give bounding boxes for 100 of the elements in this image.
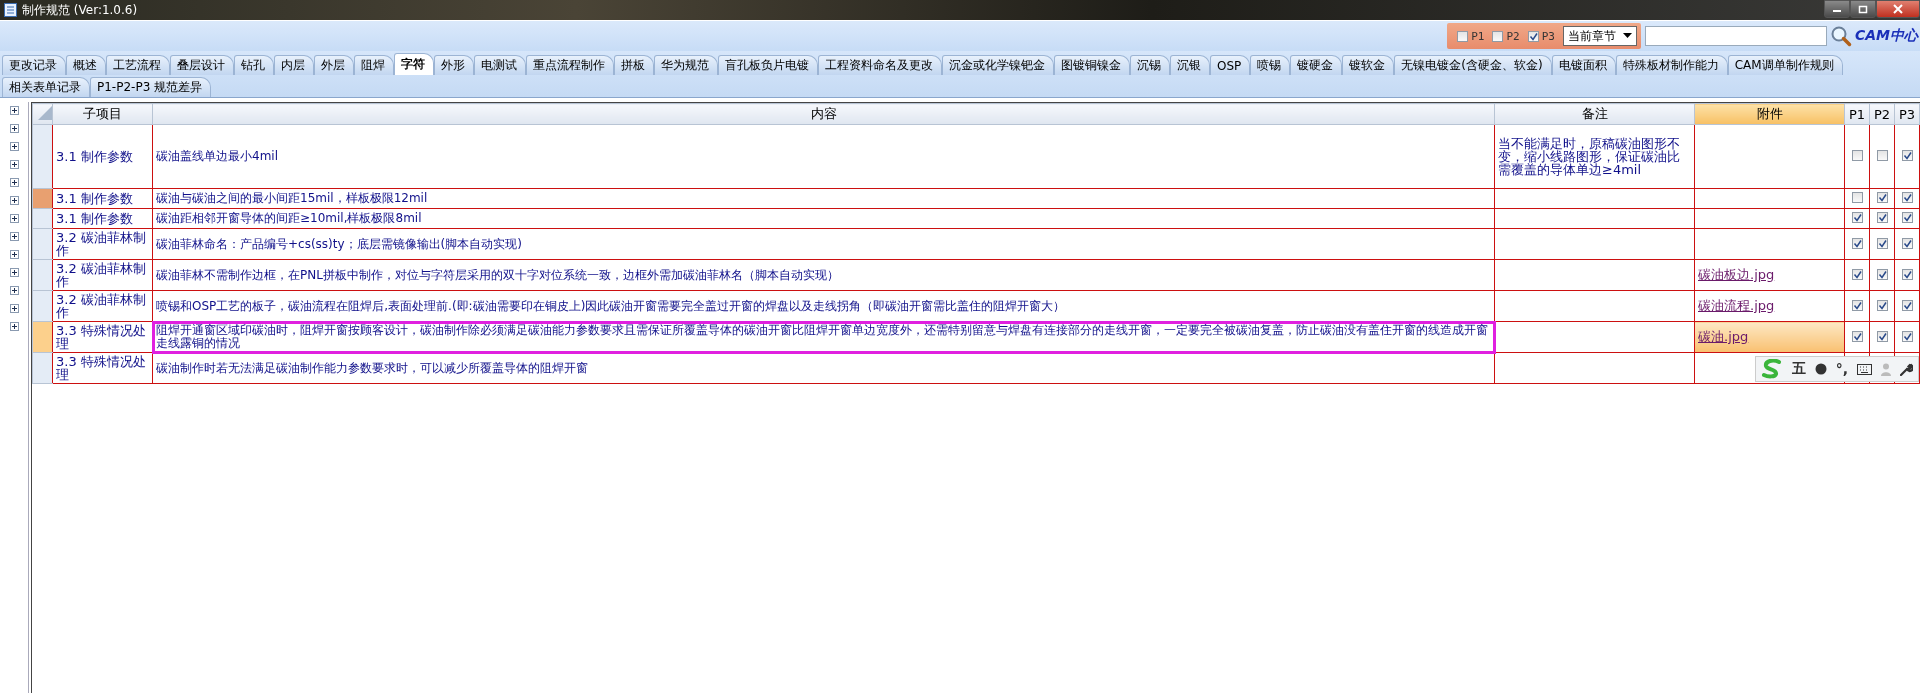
expand-icon[interactable] xyxy=(9,322,19,331)
column-header[interactable]: P2 xyxy=(1869,103,1895,125)
row-marker[interactable] xyxy=(32,188,53,209)
row-marker[interactable] xyxy=(32,208,53,229)
expand-icon[interactable] xyxy=(9,160,19,169)
tab[interactable]: 外形 xyxy=(434,55,474,75)
attachment-link[interactable]: 碳油.jpg xyxy=(1698,329,1749,344)
expand-icon[interactable] xyxy=(9,250,19,259)
level-checkbox[interactable]: P3 xyxy=(1527,29,1555,43)
tab[interactable]: 概述 xyxy=(66,55,106,75)
tab[interactable]: 工程资料命名及更改 xyxy=(818,55,942,75)
expand-icon[interactable] xyxy=(9,196,19,205)
column-header[interactable]: 内容 xyxy=(152,103,1495,125)
level-checkbox[interactable] xyxy=(1851,299,1863,311)
tab[interactable]: 电测试 xyxy=(474,55,526,75)
check-icon xyxy=(1852,213,1862,222)
tab[interactable]: 内层 xyxy=(274,55,314,75)
check-icon xyxy=(1852,331,1862,341)
column-header[interactable]: P3 xyxy=(1894,103,1920,125)
level-checkbox[interactable] xyxy=(1901,212,1913,223)
level-checkbox[interactable] xyxy=(1851,149,1863,161)
tab[interactable]: CAM调单制作规则 xyxy=(1727,55,1843,75)
level-checkbox[interactable] xyxy=(1851,268,1863,280)
level-checkbox[interactable] xyxy=(1876,299,1888,311)
tab[interactable]: 字符 xyxy=(394,53,434,75)
tab[interactable]: 沉银 xyxy=(1170,55,1210,75)
expand-icon[interactable] xyxy=(9,214,19,223)
tab[interactable]: 重点流程制作 xyxy=(526,55,614,75)
level-checkbox[interactable] xyxy=(1876,237,1888,249)
row-marker[interactable] xyxy=(32,228,53,260)
level-checkbox[interactable] xyxy=(1901,268,1913,280)
level-checkbox[interactable] xyxy=(1901,150,1913,161)
tab[interactable]: 更改记录 xyxy=(2,55,66,75)
keyboard-icon[interactable] xyxy=(1857,363,1873,375)
expand-icon[interactable] xyxy=(9,286,19,295)
column-header[interactable]: 备注 xyxy=(1494,103,1695,125)
search-icon[interactable] xyxy=(1829,25,1852,47)
expand-icon[interactable] xyxy=(9,178,19,187)
level-checkbox[interactable] xyxy=(1876,268,1888,280)
row-marker[interactable] xyxy=(32,124,53,189)
level-checkbox[interactable] xyxy=(1901,299,1913,311)
level-checkbox[interactable] xyxy=(1876,192,1888,203)
row-marker[interactable] xyxy=(32,290,53,322)
tab[interactable]: 外层 xyxy=(314,55,354,75)
chapter-dropdown[interactable]: 当前章节 xyxy=(1562,26,1637,46)
column-header[interactable]: P1 xyxy=(1844,103,1870,125)
punctuation-mode[interactable]: °, xyxy=(1835,361,1849,377)
tab[interactable]: 盲孔板负片电镀 xyxy=(718,55,818,75)
expand-icon[interactable] xyxy=(9,268,19,277)
tab[interactable]: 阻焊 xyxy=(354,55,394,75)
tab[interactable]: 特殊板材制作能力 xyxy=(1615,55,1728,75)
column-header[interactable]: 附件 xyxy=(1694,103,1845,125)
level-checkbox[interactable] xyxy=(1901,192,1913,203)
row-marker[interactable] xyxy=(32,321,53,353)
input-mode[interactable]: 五 xyxy=(1791,360,1806,378)
close-button[interactable] xyxy=(1876,0,1920,18)
notepad-icon xyxy=(4,3,17,17)
tab[interactable]: 镀硬金 xyxy=(1290,55,1343,75)
level-checkbox[interactable] xyxy=(1851,237,1863,249)
tab[interactable]: 喷锡 xyxy=(1250,55,1291,75)
expand-icon[interactable] xyxy=(9,232,19,241)
expand-icon[interactable] xyxy=(9,142,19,151)
table-cell: 3.3 特殊情况处理 xyxy=(52,321,153,353)
tab[interactable]: OSP xyxy=(1210,55,1251,75)
level-checkbox[interactable] xyxy=(1851,330,1863,342)
level-checkbox[interactable] xyxy=(1851,191,1863,203)
tab[interactable]: 图镀铜镍金 xyxy=(1054,55,1130,75)
level-checkbox[interactable] xyxy=(1901,330,1913,342)
check-icon xyxy=(1902,193,1912,202)
tab[interactable]: 叠层设计 xyxy=(170,55,234,75)
tab[interactable]: P1-P2-P3 规范差异 xyxy=(90,77,212,97)
wrench-icon[interactable] xyxy=(1900,362,1914,376)
level-checkbox[interactable] xyxy=(1876,330,1888,342)
level-checkbox[interactable] xyxy=(1876,149,1888,161)
tab[interactable]: 无镍电镀金(含硬金、软金) xyxy=(1394,55,1552,75)
level-checkbox[interactable] xyxy=(1901,237,1913,249)
tab[interactable]: 镀软金 xyxy=(1342,55,1395,75)
tab[interactable]: 相关表单记录 xyxy=(2,77,90,97)
tab[interactable]: 华为规范 xyxy=(654,55,718,75)
tab[interactable]: 沉金或化学镍钯金 xyxy=(942,55,1054,75)
maximize-button[interactable] xyxy=(1850,0,1876,18)
tab[interactable]: 工艺流程 xyxy=(106,55,170,75)
row-marker[interactable] xyxy=(32,352,53,384)
level-checkbox[interactable]: P1 xyxy=(1457,29,1485,43)
level-checkbox[interactable]: P2 xyxy=(1492,29,1520,43)
expand-icon[interactable] xyxy=(9,304,19,313)
row-marker[interactable] xyxy=(32,259,53,291)
circle-icon[interactable] xyxy=(1814,363,1827,375)
tab[interactable]: 钻孔 xyxy=(234,55,274,75)
search-field[interactable] xyxy=(1644,26,1827,46)
column-header[interactable]: 子项目 xyxy=(52,103,153,125)
expand-icon[interactable] xyxy=(9,106,19,115)
minimize-button[interactable] xyxy=(1824,0,1850,18)
expand-icon[interactable] xyxy=(9,124,19,133)
tab[interactable]: 拼板 xyxy=(614,55,654,75)
table-cell: 3.2 碳油菲林制作 xyxy=(52,228,153,260)
tab[interactable]: 电镀面积 xyxy=(1551,55,1616,75)
tab[interactable]: 沉锡 xyxy=(1130,55,1170,75)
level-checkbox[interactable] xyxy=(1851,212,1863,223)
level-checkbox[interactable] xyxy=(1876,212,1888,223)
